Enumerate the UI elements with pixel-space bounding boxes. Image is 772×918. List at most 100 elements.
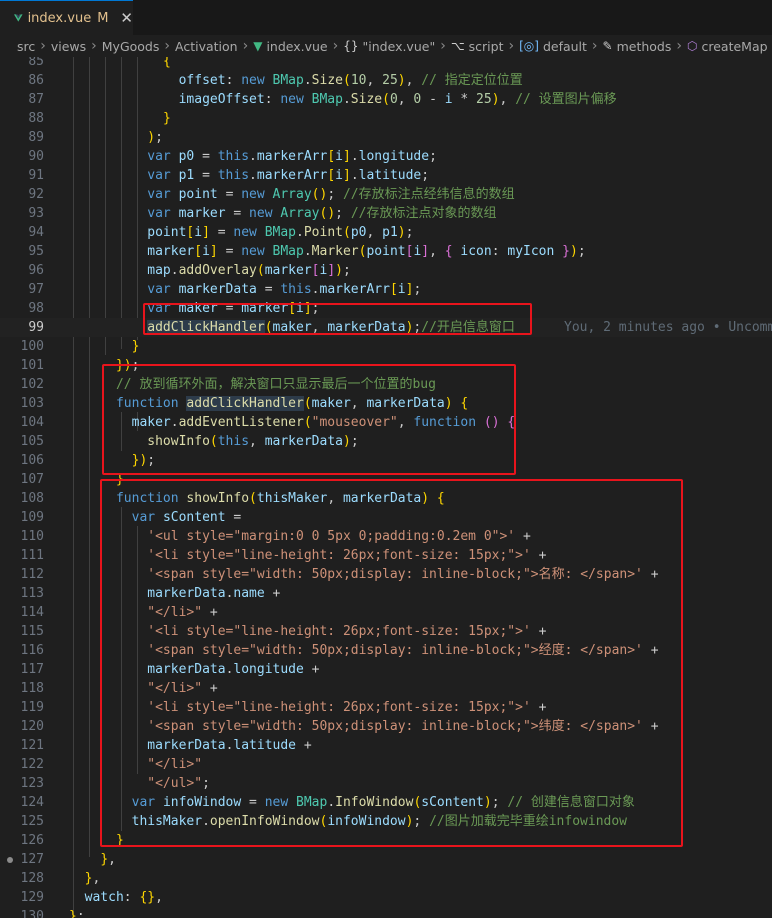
code-line-127[interactable]: 127 }, [0,850,772,869]
code-line-87[interactable]: 87 imageOffset: new BMap.Size(0, 0 - i *… [0,90,772,109]
code-line-97[interactable]: 97 var markerData = this.markerArr[i]; [0,280,772,299]
methods-icon: ✎ [602,39,613,53]
line-number: 111 [20,548,44,563]
breadcrumb-item-script[interactable]: ⌥ script [451,39,504,54]
line-number: 91 [28,168,44,183]
line-number: 86 [28,73,44,88]
line-number: 108 [20,491,44,506]
line-number: 121 [20,738,44,753]
line-number: 123 [20,776,44,791]
code-line-129[interactable]: 129 watch: {}, [0,888,772,907]
code-line-91[interactable]: 91 var p1 = this.markerArr[i].latitude; [0,166,772,185]
code-line-92[interactable]: 92 var point = new Array(); //存放标注点经纬信息的… [0,185,772,204]
code-line-86[interactable]: 86 offset: new BMap.Size(10, 25), // 指定定… [0,71,772,90]
line-number: 128 [20,871,44,886]
cube-icon: ⬡ [687,39,698,53]
chevron-right-icon: › [164,38,170,54]
code-line-90[interactable]: 90 var p0 = this.markerArr[i].longitude; [0,147,772,166]
code-text: var markerData = this.markerArr[i]; [147,282,422,297]
code-line-128[interactable]: 128 }, [0,869,772,888]
highlight-box-showinfo-function [100,479,683,847]
code-line-88[interactable]: 88 } [0,109,772,128]
line-number: 92 [28,187,44,202]
chevron-right-icon: › [440,38,446,54]
line-number: 124 [20,795,44,810]
line-number: 87 [28,92,44,107]
code-text: offset: new BMap.Size(10, 25), // 指定定位位置 [178,73,523,88]
editor-tab-index-vue[interactable]: index.vue M ✕ [0,0,133,35]
code-line-95[interactable]: 95 marker[i] = new BMap.Marker(point[i],… [0,242,772,261]
code-text: var marker = new Array(); //存放标注点对象的数组 [147,206,497,221]
highlight-box-addclickhandler-function [102,364,516,475]
tab-modified-badge: M [97,10,109,26]
line-number: 90 [28,149,44,164]
code-text: }, [100,852,116,867]
tab-bar: index.vue M ✕ [0,0,772,36]
code-text: imageOffset: new BMap.Size(0, 0 - i * 25… [178,92,617,107]
close-icon[interactable]: ✕ [120,9,133,27]
code-text: } [131,339,140,354]
code-text: var p1 = this.markerArr[i].latitude; [147,168,430,183]
code-text: ); [147,130,163,145]
breadcrumb-item-component[interactable]: {} "index.vue" [343,39,435,54]
vue-icon: ▼ [253,39,263,53]
code-text: }, [84,871,101,886]
code-line-96[interactable]: 96 map.addOverlay(marker[i]); [0,261,772,280]
line-number: 94 [28,225,44,240]
breadcrumb-item-src[interactable]: src [17,39,35,54]
chevron-right-icon: › [591,38,598,54]
code-text: { [162,57,171,69]
breadcrumb-item-methods[interactable]: ✎ methods [603,39,672,54]
line-number: 112 [20,567,44,582]
line-number: 106 [20,453,44,468]
line-number: 126 [20,833,44,848]
code-text: var point = new Array(); //存放标注点经纬信息的数组 [147,187,515,202]
script-icon: ⌥ [450,39,465,53]
line-number: 97 [28,282,44,297]
line-number: 120 [20,719,44,734]
line-number: 113 [20,586,44,601]
code-text: } [162,111,171,126]
code-line-130[interactable]: 130}; [0,907,772,918]
line-number: 101 [20,358,44,373]
breadcrumb-item-views[interactable]: views [51,39,86,54]
line-number: 114 [20,605,44,620]
line-number: 105 [20,434,44,449]
line-number: 99 [28,320,44,335]
code-line-94[interactable]: 94 point[i] = new BMap.Point(p0, p1); [0,223,772,242]
line-number: 122 [20,757,44,772]
line-number: 103 [20,396,44,411]
git-blame-annotation: You, 2 minutes ago • Uncomm [564,320,772,335]
line-number: 109 [20,510,44,525]
line-number: 88 [28,111,44,126]
line-number: 110 [20,529,44,544]
line-number: 104 [20,415,44,430]
tab-filename: index.vue [27,10,92,26]
line-number: 100 [20,339,44,354]
line-number: 125 [20,814,44,829]
line-number: 89 [28,130,44,145]
line-number: 93 [28,206,44,221]
code-line-85[interactable]: 85 { [0,57,772,71]
default-icon: [◎] [519,39,539,53]
code-line-93[interactable]: 93 var marker = new Array(); //存放标注点对象的数… [0,204,772,223]
code-text: watch: {}, [84,890,163,905]
breadcrumb-item-activation[interactable]: Activation [175,39,238,54]
line-number: 119 [20,700,44,715]
breadcrumb-item-createmap[interactable]: ⬡ createMap [687,39,768,54]
code-line-89[interactable]: 89 ); [0,128,772,147]
code-line-100[interactable]: 100 } [0,337,772,356]
braces-icon: {} [343,39,359,53]
chevron-right-icon: › [676,38,682,54]
line-number: 107 [20,472,44,487]
chevron-right-icon: › [242,38,249,54]
breadcrumb-item-mygoods[interactable]: MyGoods [102,39,160,54]
code-text: point[i] = new BMap.Point(p0, p1); [147,225,414,240]
breadcrumb-item-index-vue[interactable]: ▼ index.vue [253,39,327,54]
breadcrumb-item-default[interactable]: [◎] default [519,39,587,54]
chevron-right-icon: › [40,38,46,54]
code-text: var p0 = this.markerArr[i].longitude; [147,149,437,164]
line-number: 127 [20,852,44,867]
breadcrumb: src › views › MyGoods › Activation › ▼ in… [0,35,772,57]
line-number: 115 [20,624,44,639]
